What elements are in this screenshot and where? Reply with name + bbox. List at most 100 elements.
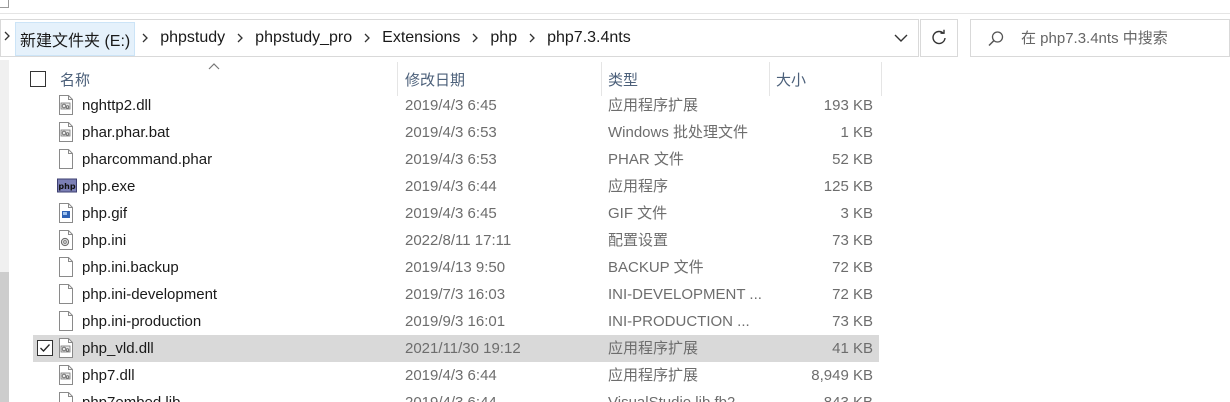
file-size: 193 KB (823, 97, 873, 114)
file-name: php.exe (82, 178, 136, 195)
file-modified-date: 2019/7/3 16:03 (405, 286, 506, 303)
breadcrumb-item-php[interactable]: php (485, 20, 522, 56)
file-name: phar.phar.bat (82, 124, 170, 141)
file-row[interactable]: php.ini-development 2019/7/3 16:03 INI-DEV… (33, 281, 879, 308)
checkmark-icon (40, 344, 50, 352)
breadcrumb-separator-icon[interactable] (465, 20, 485, 56)
recent-locations-chevron-icon[interactable] (3, 29, 15, 47)
file-name: php.ini-development (82, 286, 218, 303)
breadcrumb: 新建文件夹 (E:) phpstudy phpstudy_pro Extensi… (15, 20, 636, 56)
file-type: 应用程序 (608, 178, 669, 195)
breadcrumb-separator-icon[interactable] (522, 20, 542, 56)
breadcrumb-separator-icon[interactable] (135, 20, 155, 56)
file-size: 52 KB (832, 151, 873, 168)
file-row[interactable]: phar.phar.bat 2019/4/3 6:53 Windows 批处理文件 1… (33, 119, 879, 146)
file-size: 843 KB (773, 389, 873, 402)
file-name: php.ini-production (82, 313, 202, 330)
dll-file-icon (57, 365, 75, 385)
file-list: nghttp2.dll 2019/4/3 6:45 应用程序扩展 193 KB phar… (33, 92, 879, 402)
file-size: 72 KB (832, 259, 873, 276)
file-name: php7.dll (82, 367, 135, 384)
file-size: 8,949 KB (811, 367, 873, 384)
breadcrumb-item-php734nts[interactable]: php7.3.4nts (542, 20, 636, 56)
file-size: 41 KB (832, 340, 873, 357)
file-row[interactable]: php.ini 2022/8/11 17:11 配置设置 73 KB (33, 227, 879, 254)
file-type: Windows 批处理文件 (608, 124, 749, 141)
file-name: php.ini.backup (82, 259, 179, 276)
window-corner (0, 0, 9, 8)
file-name: php_vld.dll (82, 340, 154, 357)
file-type: BACKUP 文件 (608, 259, 704, 276)
column-header-size[interactable]: 大小 (770, 62, 882, 96)
column-header-row: 名称 修改日期 类型 大小 (30, 62, 882, 96)
file-row[interactable]: php7embed.lib 2019/4/3 6:44 VisualStudio.l… (33, 389, 879, 402)
address-history-dropdown-icon[interactable] (892, 29, 910, 47)
file-row[interactable]: php php.exe 2019/4/3 6:44 应用程序 125 KB (33, 173, 879, 200)
file-row[interactable]: php.ini-production 2019/9/3 16:01 INI-PROD… (33, 308, 879, 335)
scrollbar-thumb[interactable] (0, 272, 9, 402)
file-type: VisualStudio.lib.fb2 (608, 389, 768, 402)
file-modified-date: 2019/4/3 6:44 (405, 178, 497, 195)
file-type: 应用程序扩展 (608, 340, 699, 357)
row-checkbox[interactable] (37, 340, 53, 356)
file-size: 72 KB (832, 286, 873, 303)
file-row[interactable]: php.ini.backup 2019/4/13 9:50 BACKUP 文件 72 … (33, 254, 879, 281)
file-row[interactable]: php.gif 2019/4/3 6:45 GIF 文件 3 KB (33, 200, 879, 227)
file-name: nghttp2.dll (82, 97, 152, 114)
dll-file-icon (57, 338, 75, 358)
search-input[interactable] (1021, 28, 1226, 48)
file-modified-date: 2019/4/3 6:53 (405, 151, 497, 168)
file-name: pharcommand.phar (82, 151, 213, 168)
file-type: 应用程序扩展 (608, 97, 699, 114)
file-modified-date: 2019/4/3 6:53 (405, 124, 497, 141)
column-header-date[interactable]: 修改日期 (399, 62, 602, 96)
file-size: 3 KB (840, 205, 873, 222)
breadcrumb-item-drive[interactable]: 新建文件夹 (E:) (15, 21, 136, 56)
blank-file-icon (57, 257, 75, 277)
select-all-checkbox[interactable] (30, 71, 46, 87)
file-modified-date: 2019/4/3 6:44 (405, 389, 497, 402)
file-modified-date: 2019/9/3 16:01 (405, 313, 506, 330)
lib-file-icon (57, 392, 75, 402)
file-row[interactable]: php_vld.dll 2021/11/30 19:12 应用程序扩展 41 KB (33, 335, 879, 362)
image-file-icon (57, 203, 75, 223)
batch-file-icon (57, 122, 75, 142)
file-row[interactable]: pharcommand.phar 2019/4/3 6:53 PHAR 文件 52 K… (33, 146, 879, 173)
file-modified-date: 2019/4/3 6:45 (405, 97, 497, 114)
file-type: INI-PRODUCTION ... (608, 313, 750, 330)
dll-file-icon (57, 95, 75, 115)
file-name: php7embed.lib (82, 389, 180, 402)
refresh-icon (932, 29, 946, 45)
file-name: php.ini (82, 232, 127, 249)
breadcrumb-item-phpstudy-pro[interactable]: phpstudy_pro (250, 20, 357, 56)
breadcrumb-separator-icon[interactable] (357, 20, 377, 56)
file-modified-date: 2019/4/13 9:50 (405, 259, 506, 276)
window-top-strip (0, 0, 1230, 14)
file-modified-date: 2022/8/11 17:11 (405, 232, 512, 249)
file-size: 1 KB (840, 124, 873, 141)
file-modified-date: 2021/11/30 19:12 (405, 340, 521, 357)
file-modified-date: 2019/4/3 6:45 (405, 205, 497, 222)
file-row[interactable]: nghttp2.dll 2019/4/3 6:45 应用程序扩展 193 KB (33, 92, 879, 119)
breadcrumb-item-phpstudy[interactable]: phpstudy (155, 20, 230, 56)
file-size: 73 KB (832, 232, 873, 249)
column-header-name[interactable]: 名称 (54, 62, 398, 96)
breadcrumb-separator-icon[interactable] (230, 20, 250, 56)
blank-file-icon (57, 149, 75, 169)
file-row[interactable]: php7.dll 2019/4/3 6:44 应用程序扩展 8,949 KB (33, 362, 879, 389)
column-header-type[interactable]: 类型 (602, 62, 770, 96)
file-type: 应用程序扩展 (608, 367, 699, 384)
search-box[interactable] (970, 19, 1230, 57)
config-file-icon (57, 230, 75, 250)
breadcrumb-item-extensions[interactable]: Extensions (377, 20, 465, 56)
file-type: GIF 文件 (608, 205, 668, 222)
file-type: INI-DEVELOPMENT ... (608, 286, 762, 303)
php-exe-icon: php (57, 176, 77, 196)
file-name: php.gif (82, 205, 128, 222)
navigation-pane-scrollbar[interactable] (0, 60, 9, 402)
file-modified-date: 2019/4/3 6:44 (405, 367, 497, 384)
refresh-button[interactable] (920, 19, 958, 57)
search-icon (986, 29, 1006, 49)
blank-file-icon (57, 284, 75, 304)
address-bar[interactable]: 新建文件夹 (E:) phpstudy phpstudy_pro Extensi… (0, 19, 919, 57)
